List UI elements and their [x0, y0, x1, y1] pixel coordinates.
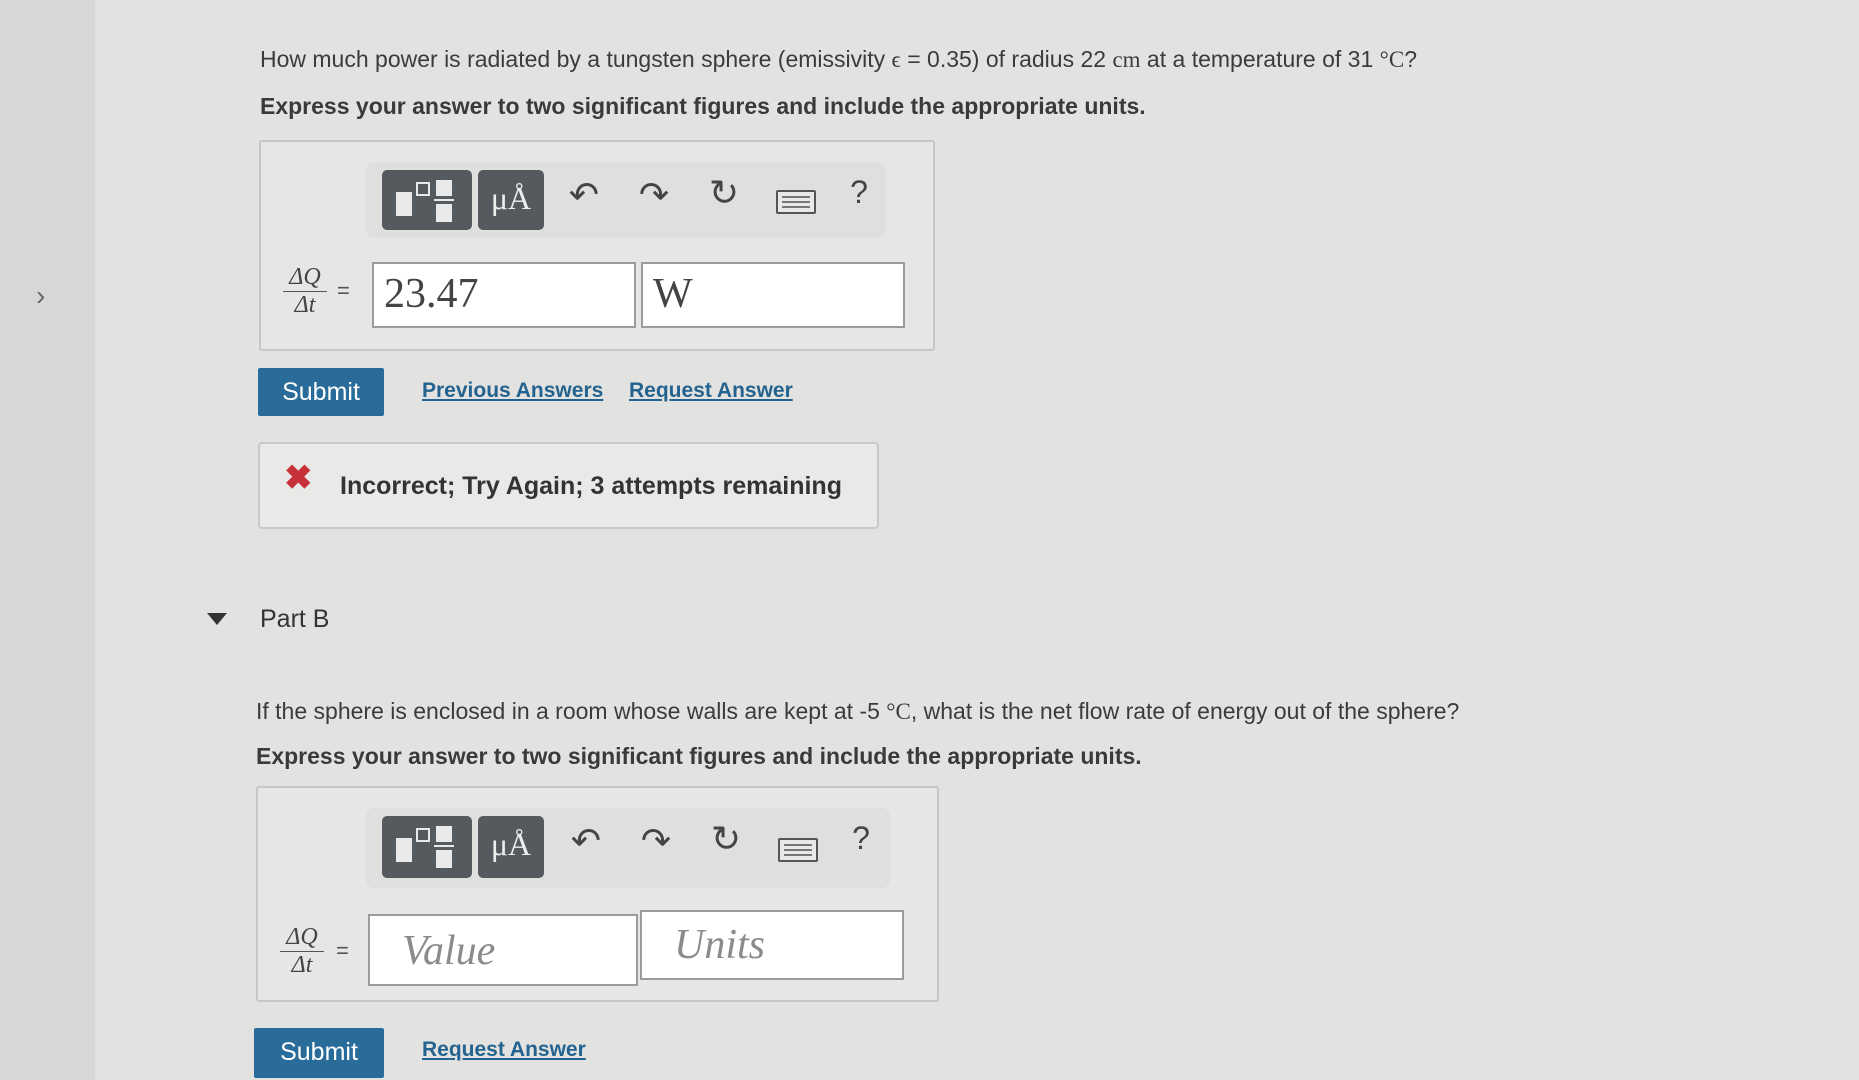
mu-angstrom-icon: μÅ [490, 180, 532, 216]
math-toolbar: μÅ ↶ ↷ ↻ ? [366, 162, 886, 238]
question-text: If the sphere is enclosed in a room whos… [256, 698, 887, 724]
redo-icon[interactable]: ↷ [634, 174, 674, 216]
question-text: at a temperature of 31 [1140, 46, 1380, 72]
request-answer-link[interactable]: Request Answer [629, 379, 793, 403]
numerator: ΔQ [280, 924, 324, 952]
template-icon [436, 826, 452, 842]
submit-button[interactable]: Submit [258, 368, 384, 416]
unit-degc: °C [1379, 47, 1405, 72]
question-text: = 0.35) of radius 22 [900, 46, 1113, 72]
part-b-instruction: Express your answer to two significant f… [256, 743, 1142, 769]
part-a-instruction: Express your answer to two significant f… [260, 93, 1146, 119]
value-input[interactable]: Value [368, 914, 638, 986]
keyboard-icon[interactable] [778, 838, 818, 862]
template-icon [416, 828, 430, 842]
template-icon [396, 838, 412, 862]
template-icon [436, 850, 452, 868]
unit-degc: °C [886, 699, 911, 724]
numerator: ΔQ [283, 264, 327, 292]
epsilon-symbol: ϵ [891, 47, 901, 72]
unit-cm: cm [1112, 47, 1141, 72]
math-toolbar: μÅ ↶ ↷ ↻ ? [366, 808, 890, 888]
error-x-icon: ✖ [284, 459, 313, 497]
part-b-answer-panel: μÅ ↶ ↷ ↻ ? ΔQ Δt = Value Units [256, 786, 939, 1002]
template-icon [396, 192, 412, 216]
templates-button[interactable] [382, 816, 472, 878]
units-input[interactable]: W [641, 262, 905, 328]
template-icon [416, 182, 430, 196]
denominator: Δt [291, 952, 313, 978]
reset-icon[interactable]: ↻ [706, 818, 746, 860]
delta-q-over-delta-t: ΔQ Δt [283, 264, 327, 319]
denominator: Δt [294, 292, 316, 318]
units-symbol-button[interactable]: μÅ [478, 170, 544, 230]
left-sidebar [0, 0, 95, 1080]
template-icon [434, 845, 454, 847]
units-symbol-button[interactable]: μÅ [478, 816, 544, 878]
part-a-answer-panel: μÅ ↶ ↷ ↻ ? ΔQ Δt = 23.47 W [259, 140, 935, 351]
previous-answers-link[interactable]: Previous Answers [422, 379, 603, 403]
equals-sign: = [337, 278, 350, 303]
template-icon [434, 199, 454, 201]
request-answer-link[interactable]: Request Answer [422, 1038, 586, 1062]
undo-icon[interactable]: ↶ [564, 174, 604, 216]
mu-angstrom-icon: μÅ [490, 826, 532, 862]
feedback-message: Incorrect; Try Again; 3 attempts remaini… [340, 472, 842, 500]
question-text: How much power is radiated by a tungsten… [260, 46, 892, 72]
help-button[interactable]: ? [844, 174, 874, 211]
delta-q-over-delta-t: ΔQ Δt [280, 924, 324, 979]
question-text: , what is the net flow rate of energy ou… [910, 698, 1460, 724]
part-a-question: How much power is radiated by a tungsten… [260, 46, 1417, 73]
reset-icon[interactable]: ↻ [704, 172, 744, 214]
part-b-question: If the sphere is enclosed in a room whos… [256, 698, 1459, 725]
part-b-heading[interactable]: Part B [260, 605, 329, 634]
redo-icon[interactable]: ↷ [636, 820, 676, 862]
help-button[interactable]: ? [846, 820, 876, 857]
keyboard-icon[interactable] [776, 190, 816, 214]
submit-button[interactable]: Submit [254, 1028, 384, 1078]
template-icon [436, 204, 452, 222]
templates-button[interactable] [382, 170, 472, 230]
feedback-box: ✖ Incorrect; Try Again; 3 attempts remai… [258, 442, 879, 529]
template-icon [436, 180, 452, 196]
undo-icon[interactable]: ↶ [566, 820, 606, 862]
chevron-right-icon[interactable]: › [36, 280, 45, 312]
question-text: ? [1404, 46, 1417, 72]
units-input[interactable]: Units [640, 910, 904, 980]
value-input[interactable]: 23.47 [372, 262, 636, 328]
collapse-triangle-icon[interactable] [207, 613, 227, 625]
equals-sign: = [336, 938, 349, 963]
